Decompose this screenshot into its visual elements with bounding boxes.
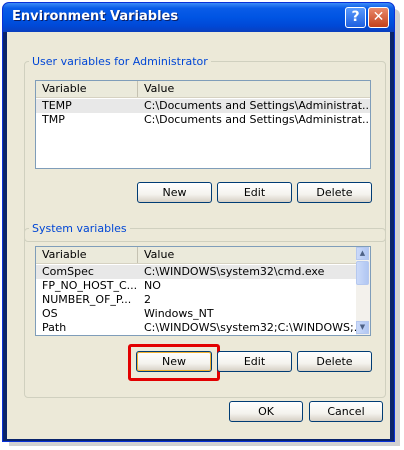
table-row[interactable]: TEMP C:\Documents and Settings\Administr…: [36, 99, 370, 113]
scroll-down-arrow-icon[interactable]: ▼: [356, 321, 369, 334]
cancel-button[interactable]: Cancel: [309, 401, 383, 422]
ok-button[interactable]: OK: [229, 401, 303, 422]
system-variables-legend: System variables: [32, 222, 127, 235]
table-row[interactable]: TMP C:\Documents and Settings\Administra…: [36, 113, 370, 127]
user-edit-button[interactable]: Edit: [217, 182, 292, 203]
title-bar[interactable]: Environment Variables ? ✕: [3, 3, 394, 32]
scroll-up-arrow-icon[interactable]: ▲: [356, 247, 369, 260]
table-row[interactable]: NUMBER_OF_P... 2: [36, 293, 358, 307]
row-variable: OS: [42, 307, 58, 320]
system-list-scrollbar[interactable]: ▲ ▼: [356, 247, 370, 335]
dialog-body: User variables for Administrator Variabl…: [7, 32, 390, 439]
row-variable: Path: [42, 321, 67, 334]
user-column-variable[interactable]: Variable: [36, 81, 138, 97]
row-variable: TMP: [42, 113, 65, 126]
row-value: C:\WINDOWS\system32;C:\WINDOWS;...: [144, 321, 356, 334]
row-value: Windows_NT: [144, 307, 214, 320]
user-new-button[interactable]: New: [137, 182, 212, 203]
help-button[interactable]: ?: [345, 7, 366, 28]
system-new-button[interactable]: New: [136, 351, 212, 372]
system-column-variable[interactable]: Variable: [36, 247, 138, 263]
system-edit-button[interactable]: Edit: [217, 351, 292, 372]
row-variable: FP_NO_HOST_C...: [42, 279, 136, 292]
user-list-header: Variable Value: [36, 81, 370, 98]
user-column-value[interactable]: Value: [138, 81, 370, 97]
user-variables-legend: User variables for Administrator: [32, 55, 208, 68]
table-row[interactable]: FP_NO_HOST_C... NO: [36, 279, 358, 293]
system-column-value[interactable]: Value: [138, 247, 358, 263]
user-delete-button[interactable]: Delete: [297, 182, 372, 203]
system-delete-button[interactable]: Delete: [297, 351, 372, 372]
window-title: Environment Variables: [12, 9, 179, 24]
system-list-header: Variable Value: [36, 247, 358, 264]
row-value: C:\WINDOWS\system32\cmd.exe: [144, 265, 325, 278]
row-value: C:\Documents and Settings\Administrat...: [144, 99, 370, 112]
table-row[interactable]: ComSpec C:\WINDOWS\system32\cmd.exe: [36, 265, 358, 279]
dialog-window: Environment Variables ? ✕ User variables…: [2, 2, 395, 442]
row-variable: NUMBER_OF_P...: [42, 293, 132, 306]
scroll-thumb[interactable]: [356, 261, 369, 285]
row-value: NO: [144, 279, 161, 292]
system-variables-list[interactable]: Variable Value ComSpec C:\WINDOWS\system…: [35, 246, 371, 336]
row-variable: ComSpec: [42, 265, 94, 278]
row-value: C:\Documents and Settings\Administrat...: [144, 113, 370, 126]
table-row[interactable]: OS Windows_NT: [36, 307, 358, 321]
user-variables-list[interactable]: Variable Value TEMP C:\Documents and Set…: [35, 80, 371, 169]
row-value: 2: [144, 293, 151, 306]
row-variable: TEMP: [42, 99, 72, 112]
close-button[interactable]: ✕: [368, 7, 389, 28]
table-row[interactable]: Path C:\WINDOWS\system32;C:\WINDOWS;...: [36, 321, 358, 335]
